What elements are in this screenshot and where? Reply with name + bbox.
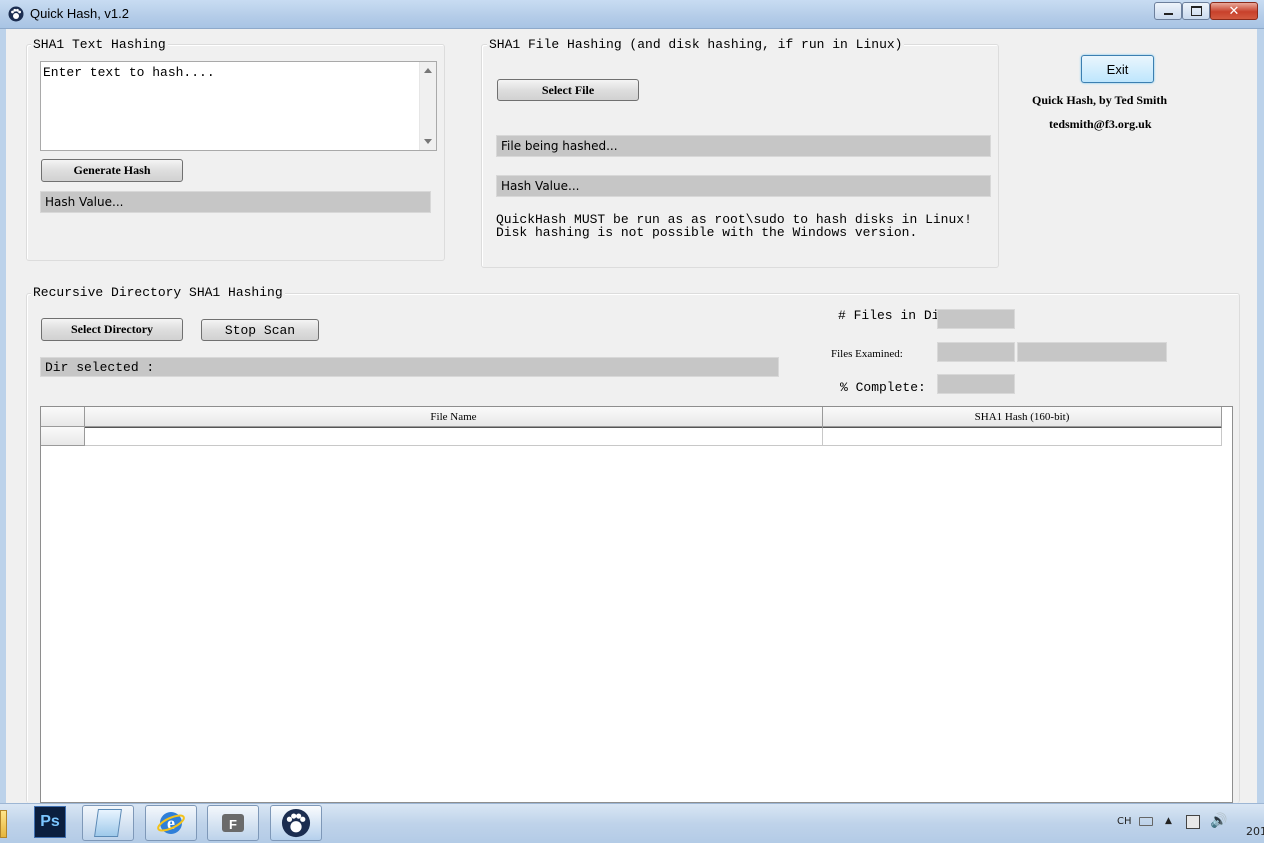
notepad-taskbar-button[interactable] [82,805,134,841]
text-input-value: Enter text to hash.... [43,65,215,80]
grid-row-header[interactable] [41,427,85,446]
files-in-dir-value [937,309,1015,329]
exit-button[interactable]: Exit [1081,55,1154,83]
maximize-button[interactable] [1182,2,1210,20]
textarea-scrollbar[interactable] [419,62,436,150]
files-examined-label: Files Examined: [831,348,903,360]
file-hashing-label: SHA1 File Hashing (and disk hashing, if … [487,37,905,52]
select-file-button[interactable]: Select File [497,79,639,101]
text-hashing-label: SHA1 Text Hashing [31,37,168,52]
percent-complete-label: % Complete: [840,380,926,395]
paw-app-icon [8,6,24,22]
maximize-icon [1190,6,1202,16]
scroll-up-icon[interactable] [424,68,432,73]
file-being-hashed-field[interactable]: File being hashed... [496,135,991,157]
results-grid[interactable]: File Name SHA1 Hash (160-bit) [40,406,1233,803]
email-text: tedsmith@f3.org.uk [1049,117,1152,131]
font-tool-icon: F [222,814,244,832]
internet-explorer-icon: e [157,812,185,834]
quickhash-icon [281,808,311,838]
title-bar[interactable] [0,0,1264,29]
close-button[interactable]: ✕ [1210,2,1258,20]
photoshop-icon-label: Ps [40,813,60,830]
minimize-button[interactable] [1154,2,1182,20]
disk-hashing-note-2: Disk hashing is not possible with the Wi… [496,225,918,240]
grid-cell-sha1-hash[interactable] [823,427,1222,446]
network-icon[interactable] [1186,815,1200,829]
window-title: Quick Hash, v1.2 [30,6,129,21]
notepad-icon [94,809,122,837]
files-in-dir-label: # Files in Dir [838,308,948,323]
text-hash-value-field[interactable]: Hash Value... [40,191,431,213]
close-icon: ✕ [1228,3,1240,19]
credit-text: Quick Hash, by Ted Smith [1032,93,1168,107]
grid-corner-cell [41,407,85,427]
stop-scan-button[interactable]: Stop Scan [201,319,319,341]
scroll-down-icon[interactable] [424,139,432,144]
file-hash-value-field[interactable]: Hash Value... [496,175,991,197]
dir-selected-field[interactable]: Dir selected : [40,357,779,377]
file-name-column-header[interactable]: File Name [85,407,823,427]
text-input-area[interactable]: Enter text to hash.... [40,61,437,151]
files-examined-value [937,342,1015,362]
window-frame-right [1257,29,1264,803]
directory-hashing-label: Recursive Directory SHA1 Hashing [31,285,285,300]
select-directory-button[interactable]: Select Directory [41,318,183,341]
show-hidden-icons-icon[interactable]: ▲ [1165,816,1172,826]
window-frame-left [0,29,6,803]
grid-cell-file-name[interactable] [85,427,823,446]
generate-hash-button[interactable]: Generate Hash [41,159,183,182]
percent-complete-value [937,374,1015,394]
clock[interactable]: 201 [1246,825,1264,838]
svg-text:F: F [229,817,237,832]
keyboard-icon[interactable] [1139,817,1153,826]
explorer-icon[interactable] [0,810,7,838]
font-tool-taskbar-button[interactable]: F [207,805,259,841]
language-indicator[interactable]: CH [1117,816,1132,827]
quickhash-taskbar-button[interactable] [270,805,322,841]
minimize-icon [1163,13,1173,15]
internet-explorer-taskbar-button[interactable]: e [145,805,197,841]
volume-icon[interactable]: 🔊 [1210,813,1227,829]
current-file-value [1017,342,1167,362]
sha1-hash-column-header[interactable]: SHA1 Hash (160-bit) [823,407,1222,427]
photoshop-icon[interactable]: Ps [34,806,66,838]
